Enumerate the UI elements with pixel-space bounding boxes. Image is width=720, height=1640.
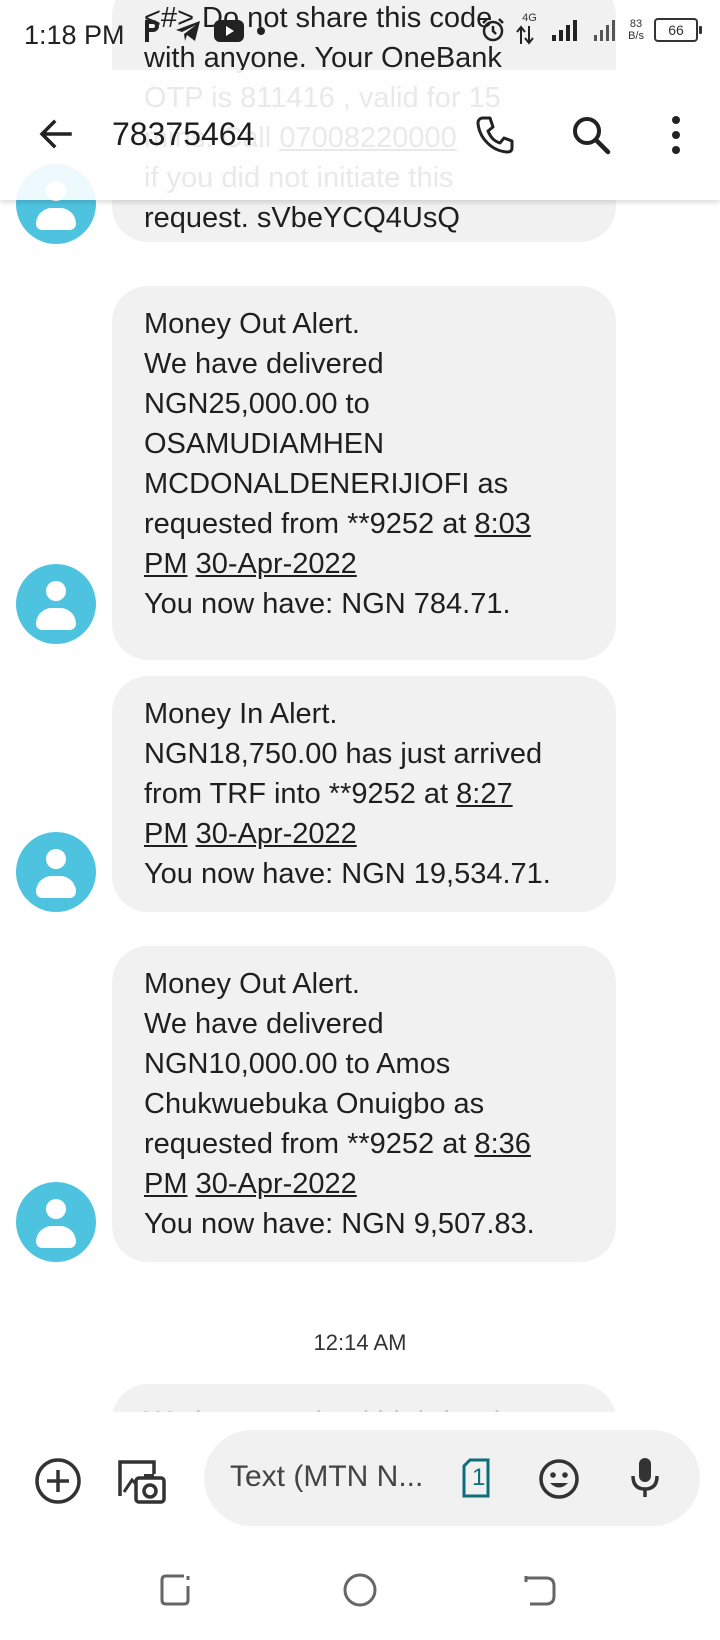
message-text xyxy=(188,818,196,850)
message-text: You now have: NGN 19,534.71. xyxy=(144,858,551,890)
compose-bar: Text (MTN N... 1 xyxy=(0,1412,720,1542)
network-speed: 83 B/s xyxy=(628,18,644,42)
sim-selector-icon[interactable]: 1 xyxy=(462,1458,494,1498)
contact-avatar-icon[interactable] xyxy=(16,832,96,912)
message-line: PM 30-Apr-2022 xyxy=(144,1164,592,1204)
message-line: Money Out Alert. xyxy=(144,304,592,344)
p-app-icon xyxy=(145,20,159,42)
message-line: requested from **9252 at 8:36 xyxy=(144,1124,592,1164)
message-text: Money Out Alert. xyxy=(144,968,360,1000)
message-link[interactable]: 8:03 xyxy=(474,508,530,540)
alarm-icon xyxy=(482,18,504,42)
mic-icon[interactable] xyxy=(628,1456,662,1500)
youtube-icon xyxy=(214,20,244,42)
contact-avatar-icon[interactable] xyxy=(16,564,96,644)
message-link[interactable]: 8:27 xyxy=(456,778,512,810)
message-line: NGN25,000.00 to xyxy=(144,384,592,424)
recents-icon[interactable] xyxy=(158,1570,198,1610)
dot-icon xyxy=(257,27,265,35)
back-nav-icon[interactable] xyxy=(520,1570,560,1610)
message-bubble[interactable]: We love you (and birthdays) somuch xyxy=(112,1384,616,1412)
message-line: Money In Alert. xyxy=(144,694,592,734)
message-line: NGN10,000.00 to Amos xyxy=(144,1044,592,1084)
message-line: MCDONALDENERIJIOFI as xyxy=(144,464,592,504)
message-text: Money In Alert. xyxy=(144,698,338,730)
message-bubble[interactable]: Money In Alert. NGN18,750.00 has just arr… xyxy=(112,676,616,912)
message-link[interactable]: PM xyxy=(144,548,188,580)
message-line: OSAMUDIAMHEN xyxy=(144,424,592,464)
message-line: from TRF into **9252 at 8:27 xyxy=(144,774,592,814)
notification-icons xyxy=(142,18,266,44)
message-line: We love you (and birthdays) so xyxy=(144,1402,592,1412)
conversation-header: 78375464 xyxy=(0,70,720,200)
message-link[interactable]: 30-Apr-2022 xyxy=(196,818,357,850)
message-text: request. sVbeYCQ4UsQ xyxy=(144,202,460,234)
telegram-icon xyxy=(176,21,200,41)
message-text: from TRF into **9252 at xyxy=(144,778,457,810)
more-vert-icon[interactable] xyxy=(660,114,692,156)
status-bar: 1:18 PM 4G 83 B/s 66 xyxy=(0,0,720,70)
message-text: Chukwuebuka Onuigbo as xyxy=(144,1088,485,1120)
message-line: We have delivered xyxy=(144,1004,592,1044)
message-text xyxy=(188,1168,196,1200)
battery-level: 66 xyxy=(668,22,684,38)
sim-number: 1 xyxy=(472,1464,486,1491)
phone-call-icon[interactable] xyxy=(474,114,516,156)
speed-value: 83 xyxy=(629,18,643,30)
message-line: We have delivered xyxy=(144,344,592,384)
message-text: MCDONALDENERIJIOFI as xyxy=(144,468,509,500)
message-line: Money Out Alert. xyxy=(144,964,592,1004)
message-text: You now have: NGN 9,507.83. xyxy=(144,1208,535,1240)
message-line: PM 30-Apr-2022 xyxy=(144,814,592,854)
contact-title: 78375464 xyxy=(112,116,255,152)
network-type: 4G xyxy=(522,12,537,24)
gallery-camera-icon[interactable] xyxy=(116,1456,166,1506)
contact-avatar-icon[interactable] xyxy=(16,1182,96,1262)
message-text xyxy=(188,548,196,580)
message-text: We have delivered xyxy=(144,348,384,380)
message-line: NGN18,750.00 has just arrived xyxy=(144,734,592,774)
message-line: Chukwuebuka Onuigbo as xyxy=(144,1084,592,1124)
message-text: Money Out Alert. xyxy=(144,308,360,340)
message-text: You now have: NGN 784.71. xyxy=(144,588,511,620)
message-bubble[interactable]: Money Out Alert. We have delivered NGN10,0… xyxy=(112,946,616,1262)
navigation-bar xyxy=(0,1542,720,1640)
message-link[interactable]: PM xyxy=(144,1168,188,1200)
message-text: NGN10,000.00 to Amos xyxy=(144,1048,451,1080)
status-time: 1:18 PM xyxy=(24,20,125,50)
message-timestamp: 12:14 AM xyxy=(313,1330,407,1355)
message-link[interactable]: 30-Apr-2022 xyxy=(196,1168,357,1200)
message-link[interactable]: 8:36 xyxy=(474,1128,530,1160)
message-line: requested from **9252 at 8:03 xyxy=(144,504,592,544)
signal-icon xyxy=(552,20,578,41)
message-line: You now have: NGN 19,534.71. xyxy=(144,854,592,894)
message-line: You now have: NGN 9,507.83. xyxy=(144,1204,592,1244)
back-arrow-icon[interactable] xyxy=(36,114,76,154)
speed-unit: B/s xyxy=(628,30,644,42)
battery-icon: 66 xyxy=(654,18,702,42)
message-line: PM 30-Apr-2022 xyxy=(144,544,592,584)
message-text: requested from **9252 at xyxy=(144,1128,475,1160)
system-status-icons: 4G 83 B/s 66 xyxy=(480,12,702,45)
message-link[interactable]: 30-Apr-2022 xyxy=(196,548,357,580)
message-text: NGN18,750.00 has just arrived xyxy=(144,738,543,770)
message-input-placeholder: Text (MTN N... xyxy=(230,1460,424,1493)
message-link[interactable]: PM xyxy=(144,818,188,850)
message-line: You now have: NGN 784.71. xyxy=(144,584,592,624)
message-list[interactable]: <#> Do not share this code with anyone. Y… xyxy=(0,0,720,1412)
message-text: NGN25,000.00 to xyxy=(144,388,370,420)
message-text: We have delivered xyxy=(144,1008,384,1040)
search-icon[interactable] xyxy=(570,114,612,156)
message-input[interactable]: Text (MTN N... 1 xyxy=(204,1430,700,1526)
message-text: requested from **9252 at xyxy=(144,508,475,540)
data-arrows-icon: 4G xyxy=(516,12,540,45)
message-text: OSAMUDIAMHEN xyxy=(144,428,385,460)
emoji-icon[interactable] xyxy=(538,1458,580,1500)
signal-icon xyxy=(594,20,616,41)
message-line: request. sVbeYCQ4UsQ xyxy=(144,198,592,238)
home-icon[interactable] xyxy=(340,1570,380,1610)
add-circle-icon[interactable] xyxy=(34,1457,82,1505)
message-bubble[interactable]: Money Out Alert. We have delivered NGN25,0… xyxy=(112,286,616,660)
